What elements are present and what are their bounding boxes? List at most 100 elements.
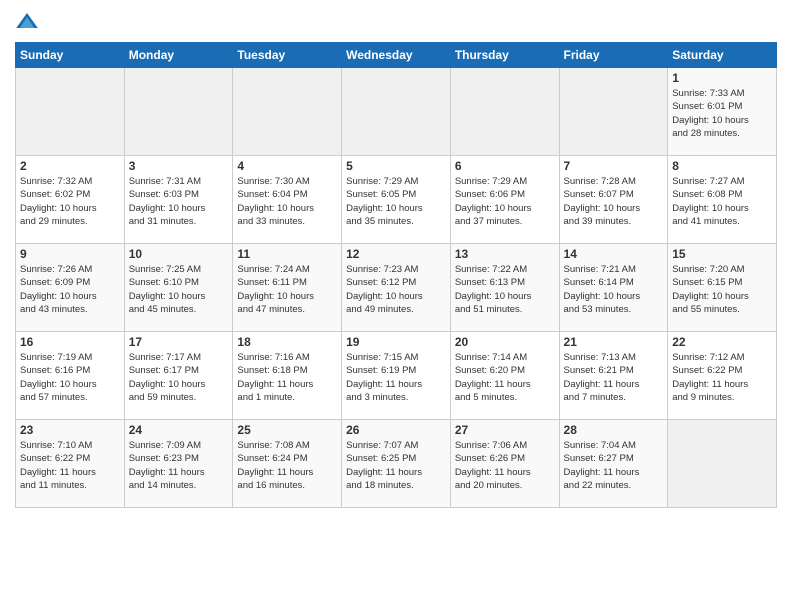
day-number: 21 [564, 335, 664, 349]
weekday-sunday: Sunday [16, 43, 125, 68]
day-cell [233, 68, 342, 156]
day-cell [16, 68, 125, 156]
day-info: Sunrise: 7:19 AMSunset: 6:16 PMDaylight:… [20, 351, 120, 404]
day-info: Sunrise: 7:30 AMSunset: 6:04 PMDaylight:… [237, 175, 337, 228]
day-cell: 17Sunrise: 7:17 AMSunset: 6:17 PMDayligh… [124, 332, 233, 420]
day-cell: 22 Sunrise: 7:12 AMSunset: 6:22 PMDayligh… [668, 332, 777, 420]
header [15, 10, 777, 34]
day-info: Sunrise: 7:26 AMSunset: 6:09 PMDaylight:… [20, 263, 120, 316]
day-info: Sunrise: 7:14 AMSunset: 6:20 PMDaylight:… [455, 351, 555, 404]
day-number: 25 [237, 423, 337, 437]
day-info: Sunrise: 7:22 AMSunset: 6:13 PMDaylight:… [455, 263, 555, 316]
day-info: Sunrise: 7:21 AMSunset: 6:14 PMDaylight:… [564, 263, 664, 316]
day-number: 10 [129, 247, 229, 261]
week-row-1: 2 Sunrise: 7:32 AMSunset: 6:02 PMDaylight… [16, 156, 777, 244]
day-number: 16 [20, 335, 120, 349]
day-number: 17 [129, 335, 229, 349]
day-number: 5 [346, 159, 446, 173]
day-number: 27 [455, 423, 555, 437]
day-number: 13 [455, 247, 555, 261]
day-info: Sunrise: 7:24 AMSunset: 6:11 PMDaylight:… [237, 263, 337, 316]
day-cell [559, 68, 668, 156]
day-cell: 27 Sunrise: 7:06 AMSunset: 6:26 PMDayligh… [450, 420, 559, 508]
day-number: 15 [672, 247, 772, 261]
week-row-0: 1 Sunrise: 7:33 AMSunset: 6:01 PMDaylight… [16, 68, 777, 156]
day-number: 24 [129, 423, 229, 437]
day-number: 22 [672, 335, 772, 349]
day-cell: 15 Sunrise: 7:20 AMSunset: 6:15 PMDayligh… [668, 244, 777, 332]
page: SundayMondayTuesdayWednesdayThursdayFrid… [0, 0, 792, 612]
day-cell: 24 Sunrise: 7:09 AMSunset: 6:23 PMDayligh… [124, 420, 233, 508]
calendar: SundayMondayTuesdayWednesdayThursdayFrid… [15, 42, 777, 508]
day-cell [342, 68, 451, 156]
day-number: 9 [20, 247, 120, 261]
day-number: 23 [20, 423, 120, 437]
day-number: 3 [129, 159, 229, 173]
day-cell: 16 Sunrise: 7:19 AMSunset: 6:16 PMDayligh… [16, 332, 125, 420]
day-cell: 7 Sunrise: 7:28 AMSunset: 6:07 PMDaylight… [559, 156, 668, 244]
day-info: Sunrise: 7:13 AMSunset: 6:21 PMDaylight:… [564, 351, 664, 404]
day-cell [124, 68, 233, 156]
day-info: Sunrise: 7:28 AMSunset: 6:07 PMDaylight:… [564, 175, 664, 228]
weekday-monday: Monday [124, 43, 233, 68]
day-cell: 6 Sunrise: 7:29 AMSunset: 6:06 PMDaylight… [450, 156, 559, 244]
day-cell: 13 Sunrise: 7:22 AMSunset: 6:13 PMDayligh… [450, 244, 559, 332]
day-number: 26 [346, 423, 446, 437]
day-info: Sunrise: 7:32 AMSunset: 6:02 PMDaylight:… [20, 175, 120, 228]
day-cell: 14 Sunrise: 7:21 AMSunset: 6:14 PMDayligh… [559, 244, 668, 332]
day-cell: 4 Sunrise: 7:30 AMSunset: 6:04 PMDaylight… [233, 156, 342, 244]
day-info: Sunrise: 7:07 AMSunset: 6:25 PMDaylight:… [346, 439, 446, 492]
day-cell: 19 Sunrise: 7:15 AMSunset: 6:19 PMDayligh… [342, 332, 451, 420]
day-cell: 9 Sunrise: 7:26 AMSunset: 6:09 PMDaylight… [16, 244, 125, 332]
day-info: Sunrise: 7:04 AMSunset: 6:27 PMDaylight:… [564, 439, 664, 492]
week-row-4: 23 Sunrise: 7:10 AMSunset: 6:22 PMDayligh… [16, 420, 777, 508]
day-info: Sunrise: 7:10 AMSunset: 6:22 PMDaylight:… [20, 439, 120, 492]
day-info: Sunrise: 7:20 AMSunset: 6:15 PMDaylight:… [672, 263, 772, 316]
day-info: Sunrise: 7:29 AMSunset: 6:06 PMDaylight:… [455, 175, 555, 228]
day-cell: 8 Sunrise: 7:27 AMSunset: 6:08 PMDaylight… [668, 156, 777, 244]
day-cell: 5 Sunrise: 7:29 AMSunset: 6:05 PMDaylight… [342, 156, 451, 244]
day-cell: 21 Sunrise: 7:13 AMSunset: 6:21 PMDayligh… [559, 332, 668, 420]
day-number: 18 [237, 335, 337, 349]
day-number: 20 [455, 335, 555, 349]
day-info: Sunrise: 7:33 AMSunset: 6:01 PMDaylight:… [672, 87, 772, 140]
day-number: 12 [346, 247, 446, 261]
day-info: Sunrise: 7:09 AMSunset: 6:23 PMDaylight:… [129, 439, 229, 492]
day-info: Sunrise: 7:08 AMSunset: 6:24 PMDaylight:… [237, 439, 337, 492]
day-cell: 1 Sunrise: 7:33 AMSunset: 6:01 PMDaylight… [668, 68, 777, 156]
day-cell: 28 Sunrise: 7:04 AMSunset: 6:27 PMDayligh… [559, 420, 668, 508]
day-number: 8 [672, 159, 772, 173]
day-cell: 26 Sunrise: 7:07 AMSunset: 6:25 PMDayligh… [342, 420, 451, 508]
day-info: Sunrise: 7:12 AMSunset: 6:22 PMDaylight:… [672, 351, 772, 404]
day-number: 1 [672, 71, 772, 85]
weekday-tuesday: Tuesday [233, 43, 342, 68]
day-info: Sunrise: 7:06 AMSunset: 6:26 PMDaylight:… [455, 439, 555, 492]
day-number: 14 [564, 247, 664, 261]
calendar-header: SundayMondayTuesdayWednesdayThursdayFrid… [16, 43, 777, 68]
logo-icon [15, 10, 39, 34]
day-cell: 20 Sunrise: 7:14 AMSunset: 6:20 PMDayligh… [450, 332, 559, 420]
week-row-2: 9 Sunrise: 7:26 AMSunset: 6:09 PMDaylight… [16, 244, 777, 332]
day-number: 11 [237, 247, 337, 261]
day-info: Sunrise: 7:23 AMSunset: 6:12 PMDaylight:… [346, 263, 446, 316]
day-info: Sunrise: 7:29 AMSunset: 6:05 PMDaylight:… [346, 175, 446, 228]
day-info: Sunrise: 7:16 AMSunset: 6:18 PMDaylight:… [237, 351, 337, 404]
day-info: Sunrise: 7:15 AMSunset: 6:19 PMDaylight:… [346, 351, 446, 404]
day-cell [450, 68, 559, 156]
day-number: 19 [346, 335, 446, 349]
weekday-row: SundayMondayTuesdayWednesdayThursdayFrid… [16, 43, 777, 68]
day-cell: 18 Sunrise: 7:16 AMSunset: 6:18 PMDayligh… [233, 332, 342, 420]
logo [15, 10, 43, 34]
day-info: Sunrise: 7:27 AMSunset: 6:08 PMDaylight:… [672, 175, 772, 228]
day-cell: 23 Sunrise: 7:10 AMSunset: 6:22 PMDayligh… [16, 420, 125, 508]
day-number: 28 [564, 423, 664, 437]
day-cell: 3Sunrise: 7:31 AMSunset: 6:03 PMDaylight… [124, 156, 233, 244]
day-number: 7 [564, 159, 664, 173]
day-number: 6 [455, 159, 555, 173]
day-number: 4 [237, 159, 337, 173]
weekday-thursday: Thursday [450, 43, 559, 68]
week-row-3: 16 Sunrise: 7:19 AMSunset: 6:16 PMDayligh… [16, 332, 777, 420]
day-number: 2 [20, 159, 120, 173]
day-cell: 12 Sunrise: 7:23 AMSunset: 6:12 PMDayligh… [342, 244, 451, 332]
calendar-body: 1 Sunrise: 7:33 AMSunset: 6:01 PMDaylight… [16, 68, 777, 508]
